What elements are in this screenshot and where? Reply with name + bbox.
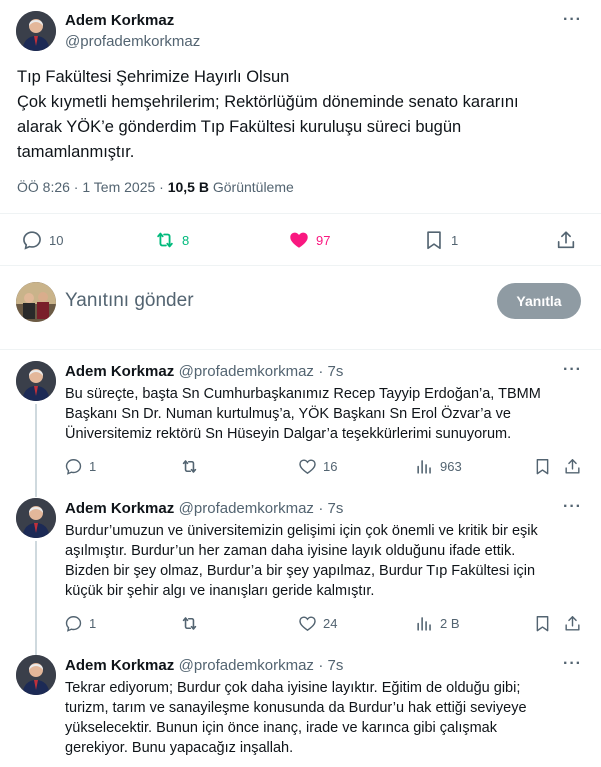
- reply-time[interactable]: · 7s: [318, 363, 343, 380]
- share-button[interactable]: [563, 457, 582, 476]
- author-name[interactable]: Adem Korkmaz: [65, 12, 174, 29]
- retweet-button[interactable]: 8: [154, 229, 189, 251]
- reply-icon: [65, 616, 82, 632]
- reply-text: Bu süreçte, başta Sn Cumhurbaşkanımız Re…: [65, 384, 590, 444]
- tweet-text: Tıp Fakültesi Şehrimize Hayırlı Olsun Ço…: [17, 65, 587, 165]
- tweet-text-line: Tıp Fakültesi Şehrimize Hayırlı Olsun: [17, 68, 290, 86]
- share-icon: [565, 459, 580, 474]
- like-count: 16: [323, 459, 338, 474]
- like-count: 24: [323, 616, 338, 631]
- bookmark-icon: [427, 231, 441, 250]
- reply-text-line: küçük bir şehir algı ve inanışları gerid…: [65, 583, 375, 599]
- reply-author-name[interactable]: Adem Korkmaz: [65, 363, 174, 380]
- more-options-icon[interactable]: ···: [563, 11, 582, 29]
- retweet-button[interactable]: [180, 614, 199, 633]
- reply-submit-button[interactable]: Yanıtla: [497, 283, 581, 319]
- thread-line: [35, 404, 37, 497]
- share-icon: [565, 616, 580, 631]
- like-button[interactable]: 24: [298, 614, 337, 633]
- views-label: Görüntüleme: [208, 179, 294, 195]
- thread-line: [35, 541, 37, 656]
- tweet-text-line: alarak YÖK’e gönderdim Tıp Fakültesi kur…: [17, 118, 462, 136]
- author-handle[interactable]: @profademkorkmaz: [65, 33, 200, 50]
- reply-time[interactable]: · 7s: [318, 657, 343, 674]
- reply-text-line: Bu süreçte, başta Sn Cumhurbaşkanımız Re…: [65, 386, 541, 402]
- reply-header: Adem Korkmaz @profademkorkmaz · 7s: [65, 363, 343, 381]
- retweet-button[interactable]: [180, 457, 199, 476]
- reply-count: 1: [89, 616, 97, 631]
- views-count: 963: [440, 459, 462, 474]
- like-button[interactable]: 97: [288, 229, 330, 251]
- retweet-count: 8: [182, 232, 190, 248]
- reply-text-line: Başkanı Sn Dr. Numan kurtulmuş’a, YÖK Ba…: [65, 406, 511, 422]
- views-count: 10,5 B: [167, 179, 209, 195]
- reply-text-line: gerekiyor. Bunu yapacağız inşallah.: [65, 740, 294, 756]
- bookmark-count: 1: [451, 232, 459, 248]
- more-options-icon[interactable]: ···: [563, 655, 582, 673]
- reply-icon: [65, 459, 82, 475]
- reply-author-avatar[interactable]: [16, 361, 56, 401]
- reply-time[interactable]: · 7s: [318, 500, 343, 517]
- reply-author-avatar[interactable]: [16, 498, 56, 538]
- bookmark-icon: [536, 616, 549, 632]
- tweet-text-line: tamamlanmıştır.: [17, 143, 135, 161]
- reply-count: 10: [49, 232, 64, 248]
- reply-text-line: Tekrar ediyorum; Burdur çok daha iyisine…: [65, 680, 521, 696]
- reply-author-handle[interactable]: @profademkorkmaz: [179, 363, 314, 380]
- timestamp[interactable]: ÖÖ 8:26 · 1 Tem 2025 ·: [17, 179, 168, 195]
- bookmark-button[interactable]: [533, 614, 552, 633]
- current-user-avatar[interactable]: [16, 282, 56, 322]
- like-button[interactable]: 16: [298, 457, 337, 476]
- reply-text-line: yükselecektir. Bunun için önce inanç, ir…: [65, 720, 497, 736]
- reply-author-handle[interactable]: @profademkorkmaz: [179, 500, 314, 517]
- reply-text: Tekrar ediyorum; Burdur çok daha iyisine…: [65, 678, 595, 758]
- heart-icon: [299, 616, 316, 632]
- retweet-icon: [182, 460, 197, 473]
- more-options-icon[interactable]: ···: [563, 498, 582, 516]
- retweet-icon: [157, 232, 173, 248]
- reply-icon: [23, 231, 41, 250]
- analytics-icon: [417, 617, 431, 631]
- reply-text: Burdur’umuzun ve üniversitemizin gelişim…: [65, 521, 595, 601]
- like-count: 97: [316, 232, 331, 248]
- bookmark-button[interactable]: [533, 457, 552, 476]
- bookmark-button[interactable]: 1: [423, 229, 458, 251]
- divider: [0, 265, 601, 266]
- views-count: 2 B: [440, 616, 460, 631]
- heart-icon: [299, 459, 316, 475]
- reply-author-handle[interactable]: @profademkorkmaz: [179, 657, 314, 674]
- reply-button[interactable]: 10: [21, 229, 63, 251]
- views-button[interactable]: 963: [415, 457, 462, 476]
- divider: [0, 213, 601, 214]
- reply-input[interactable]: Yanıtını gönder: [65, 290, 194, 312]
- reply-button[interactable]: 1: [64, 614, 96, 633]
- tweet-meta: ÖÖ 8:26 · 1 Tem 2025 · 10,5 B Görüntülem…: [17, 179, 294, 195]
- reply-text-line: Burdur’umuzun ve üniversitemizin gelişim…: [65, 523, 538, 539]
- reply-header: Adem Korkmaz @profademkorkmaz · 7s: [65, 657, 343, 675]
- reply-text-line: turizm, tarım ve sanayileşme konusunda d…: [65, 700, 527, 716]
- bookmark-icon: [536, 459, 549, 475]
- reply-button[interactable]: 1: [64, 457, 96, 476]
- reply-author-name[interactable]: Adem Korkmaz: [65, 657, 174, 674]
- tweet-text-line: Çok kıymetli hemşehrilerim; Rektörlüğüm …: [17, 93, 519, 111]
- share-button[interactable]: [563, 614, 582, 633]
- reply-header: Adem Korkmaz @profademkorkmaz · 7s: [65, 500, 343, 518]
- reply-author-name[interactable]: Adem Korkmaz: [65, 500, 174, 517]
- analytics-icon: [417, 460, 431, 474]
- share-icon: [557, 231, 575, 249]
- reply-count: 1: [89, 459, 97, 474]
- reply-text-line: aşılmıştır. Burdur’un her zaman daha iyi…: [65, 543, 516, 559]
- views-button[interactable]: 2 B: [415, 614, 460, 633]
- heart-icon: [290, 232, 308, 248]
- more-options-icon[interactable]: ···: [563, 361, 582, 379]
- reply-text-line: Bizden bir şey olmaz, Burdur’a bir şey y…: [65, 563, 536, 579]
- share-button[interactable]: [555, 229, 577, 251]
- author-avatar[interactable]: [16, 11, 56, 51]
- reply-author-avatar[interactable]: [16, 655, 56, 695]
- reply-text-line: Üniversitemiz rektörü Sn Hüseyin Dalgar’…: [65, 426, 512, 442]
- retweet-icon: [182, 617, 197, 630]
- divider: [0, 349, 601, 350]
